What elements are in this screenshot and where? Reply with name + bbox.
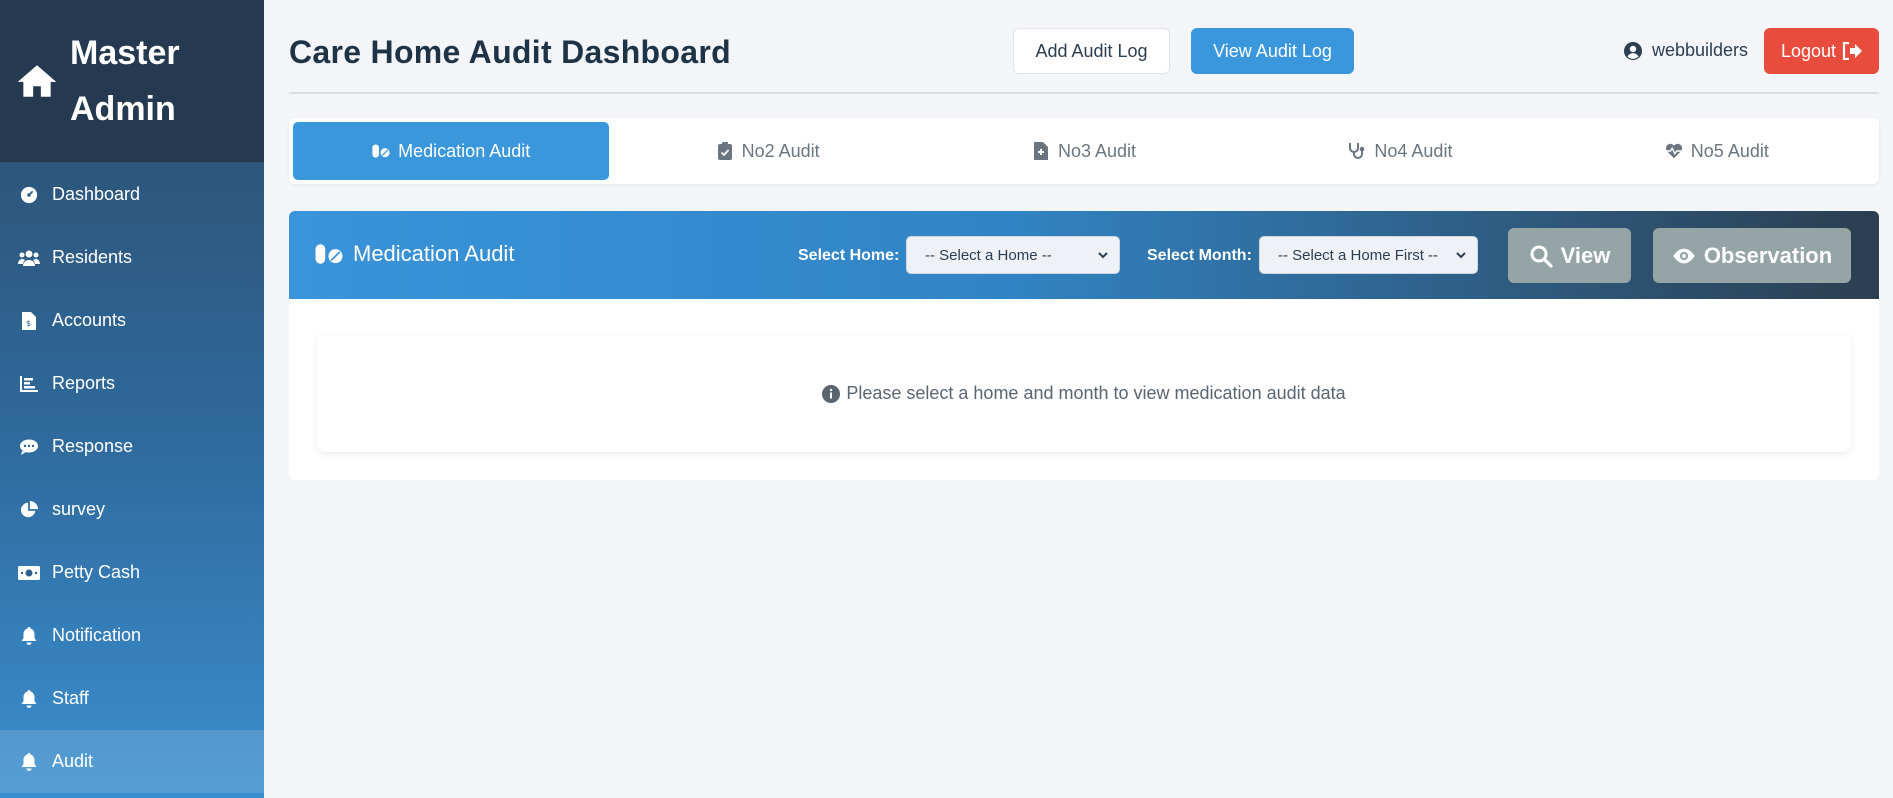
select-month-value: -- Select a Home First --	[1278, 246, 1439, 264]
user-circle-icon	[1624, 41, 1642, 60]
sidebar-item-label: Reports	[52, 373, 116, 393]
view-button[interactable]: View	[1508, 228, 1631, 283]
empty-state: Please select a home and month to view m…	[317, 335, 1851, 452]
tab-no3-audit[interactable]: No3 Audit	[926, 122, 1242, 180]
money-icon	[18, 563, 40, 583]
page-header: Care Home Audit Dashboard Add Audit Log …	[289, 0, 1879, 94]
tab-no2-audit[interactable]: No2 Audit	[609, 122, 925, 180]
sidebar-item-accounts[interactable]: $ Accounts	[0, 289, 264, 352]
sidebar-item-notification[interactable]: Notification	[0, 604, 264, 667]
sidebar-item-petty-cash[interactable]: Petty Cash	[0, 541, 264, 604]
tab-label: No2 Audit	[741, 140, 820, 161]
tab-medication-audit[interactable]: Medication Audit	[293, 122, 610, 180]
select-month-dropdown[interactable]: -- Select a Home First --	[1259, 236, 1478, 274]
bar-chart-icon	[18, 374, 40, 394]
bell-icon	[18, 626, 40, 646]
sidebar-item-label: Response	[52, 436, 134, 456]
sidebar-item-label: Notification	[52, 625, 142, 645]
sidebar-item-reports[interactable]: Reports	[0, 352, 264, 415]
sidebar-item-survey[interactable]: survey	[0, 478, 264, 541]
sidebar: Master Admin Dashboard Residents $ Accou…	[0, 0, 264, 798]
audit-tabs: Medication Audit No2 Audit No3 Audit No4…	[289, 118, 1879, 184]
add-audit-log-button[interactable]: Add Audit Log	[1013, 28, 1170, 74]
home-icon	[17, 65, 57, 97]
username: webbuilders	[1652, 40, 1749, 60]
tab-no5-audit[interactable]: No5 Audit	[1559, 122, 1875, 180]
sign-out-icon	[1842, 42, 1863, 60]
stethoscope-icon	[1349, 143, 1365, 159]
medication-audit-panel: Medication Audit Select Home: -- Select …	[289, 211, 1879, 480]
view-button-label: View	[1560, 242, 1611, 268]
tab-label: No5 Audit	[1690, 140, 1769, 161]
users-icon	[18, 248, 40, 268]
bell-icon	[18, 689, 40, 709]
chevron-down-icon	[1456, 252, 1466, 259]
page-title: Care Home Audit Dashboard	[289, 34, 731, 70]
tab-label: No3 Audit	[1057, 140, 1137, 161]
view-audit-log-button[interactable]: View Audit Log	[1191, 28, 1354, 74]
sidebar-item-label: Audit	[52, 751, 94, 771]
sidebar-item-staff[interactable]: Staff	[0, 667, 264, 730]
sidebar-item-label: Petty Cash	[52, 562, 141, 582]
tab-label: No4 Audit	[1374, 140, 1453, 161]
bell-icon	[18, 752, 40, 772]
observation-button-label: Observation	[1703, 242, 1833, 268]
svg-text:$: $	[26, 319, 31, 328]
logout-label: Logout	[1780, 40, 1837, 61]
select-home-dropdown[interactable]: -- Select a Home --	[906, 236, 1120, 274]
pills-icon	[372, 144, 390, 158]
sidebar-item-label: Residents	[52, 247, 133, 267]
sidebar-brand[interactable]: Master Admin	[0, 0, 264, 163]
heartbeat-icon	[1665, 143, 1682, 159]
user-menu[interactable]: webbuilders	[1623, 40, 1748, 61]
select-home-label: Select Home:	[798, 247, 900, 264]
sidebar-item-label: Dashboard	[52, 184, 141, 204]
pills-icon	[315, 244, 343, 264]
logout-button[interactable]: Logout	[1764, 28, 1879, 74]
pie-chart-icon	[18, 500, 40, 520]
sidebar-item-label: survey	[52, 499, 106, 519]
invoice-icon: $	[18, 311, 40, 331]
panel-title-text: Medication Audit	[353, 241, 515, 266]
file-medical-icon	[1033, 142, 1048, 160]
search-icon	[1530, 245, 1553, 268]
empty-state-message: Please select a home and month to view m…	[846, 383, 1346, 403]
chevron-down-icon	[1098, 252, 1108, 259]
sidebar-item-audit[interactable]: Audit	[0, 730, 264, 793]
select-month-label: Select Month:	[1147, 247, 1252, 264]
sidebar-item-label: Staff	[52, 688, 89, 708]
clipboard-check-icon	[717, 142, 732, 160]
tab-label: Medication Audit	[398, 140, 531, 161]
comments-icon	[18, 437, 40, 457]
tab-no4-audit[interactable]: No4 Audit	[1242, 122, 1558, 180]
info-circle-icon	[822, 384, 841, 403]
observation-button[interactable]: Observation	[1653, 228, 1851, 283]
eye-icon	[1673, 248, 1695, 263]
select-home-value: -- Select a Home --	[925, 246, 1052, 264]
panel-header: Medication Audit Select Home: -- Select …	[289, 211, 1879, 299]
sidebar-item-label: Accounts	[52, 310, 127, 330]
sidebar-item-response[interactable]: Response	[0, 415, 264, 478]
sidebar-item-residents[interactable]: Residents	[0, 226, 264, 289]
sidebar-item-dashboard[interactable]: Dashboard	[0, 163, 264, 226]
gauge-icon	[18, 185, 40, 205]
brand-title: Master Admin	[70, 34, 180, 128]
panel-title: Medication Audit	[315, 241, 514, 267]
sidebar-nav: Dashboard Residents $ Accounts Reports R…	[0, 163, 264, 793]
